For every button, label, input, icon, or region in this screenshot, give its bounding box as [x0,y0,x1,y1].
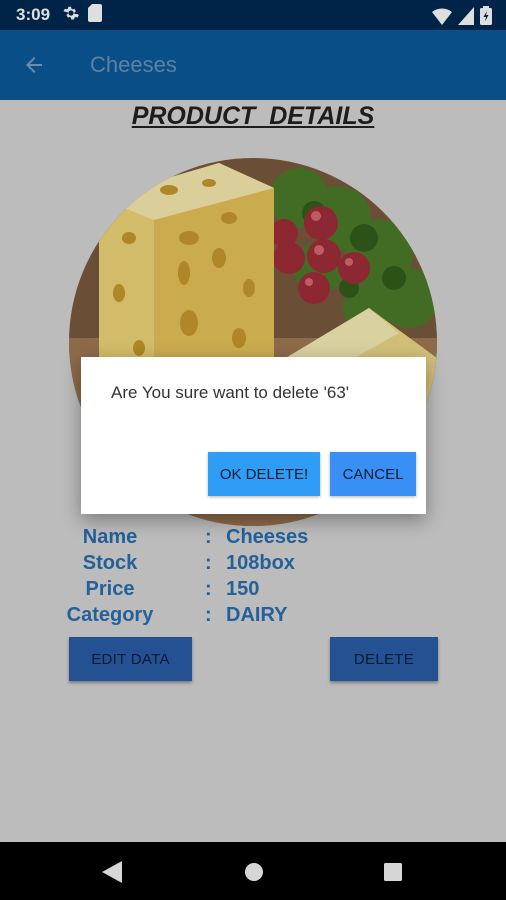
home-circle-icon[interactable] [244,862,264,887]
confirm-delete-dialog: Are You sure want to delete '63' OK DELE… [81,357,426,514]
cancel-button[interactable]: CANCEL [330,452,416,496]
back-triangle-icon[interactable] [102,861,122,888]
dialog-message: Are You sure want to delete '63' [111,383,350,402]
system-nav-bar [0,842,506,900]
ok-delete-button[interactable]: OK DELETE! [208,452,320,496]
recents-square-icon[interactable] [384,863,402,886]
